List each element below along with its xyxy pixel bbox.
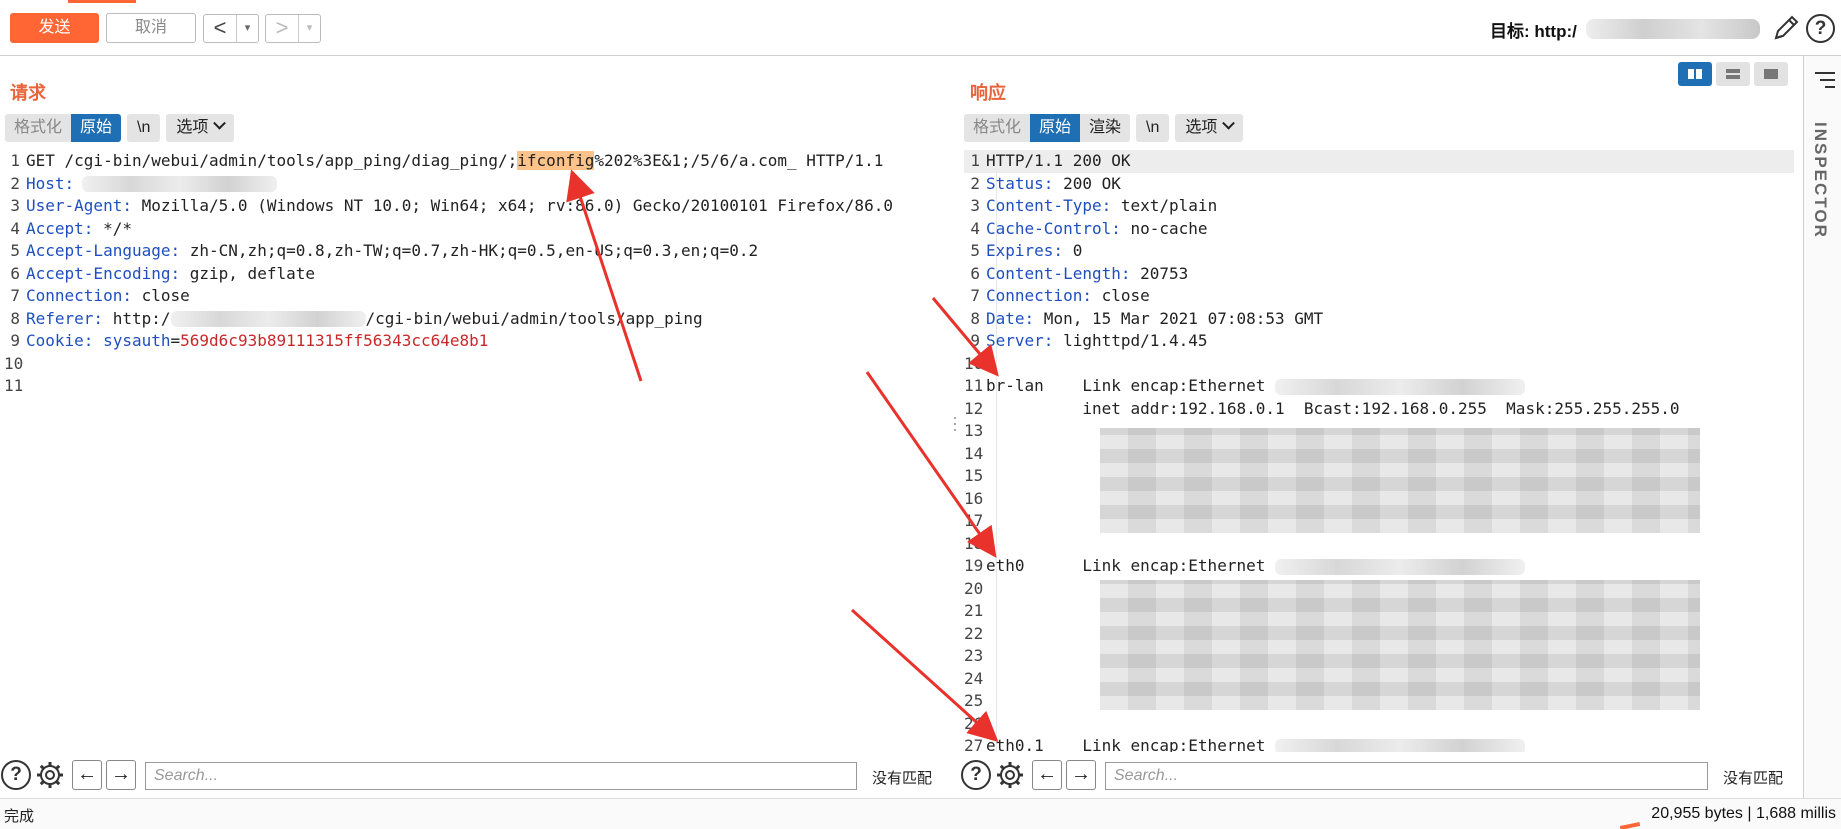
layout-toggle-group (1678, 62, 1788, 86)
status-bar: 完成 20,955 bytes | 1,688 millis (0, 798, 1841, 829)
inspector-tab[interactable]: INSPECTOR (1810, 122, 1830, 239)
editor-line: 3 Content-Type: text/plain (970, 196, 1218, 215)
redacted-mac (1275, 558, 1526, 575)
editor-line: 6 Content-Length: 20753 (970, 263, 1189, 283)
send-button[interactable]: 发送 (10, 13, 99, 43)
editor-line: 2 Status: 200 OK (970, 173, 1121, 193)
request-match-status: 没有匹配 (872, 770, 933, 787)
chevron-down-icon[interactable]: ▾ (298, 15, 320, 42)
gear-icon[interactable] (995, 760, 1025, 790)
response-search-bar: ? ← → 没有匹配 (960, 760, 1803, 794)
target-label: 目标: http:/ (1490, 22, 1577, 41)
editor-line: 7 Connection: close (10, 286, 190, 305)
response-raw-tab[interactable]: 原始 (1030, 114, 1081, 142)
response-match-status: 没有匹配 (1723, 770, 1784, 787)
editor-line: 19 eth0 Link encap:Ethernet (964, 555, 1794, 578)
rows-icon (1726, 69, 1740, 79)
app-window: 发送 取消 < ▾ > ▾ 目标: http:/ ? 请求 格式化 原始 \n … (0, 0, 1841, 829)
redacted-mac (1275, 378, 1526, 395)
editor-line: 4 Accept: */* (10, 218, 132, 238)
splitter-handle-icon[interactable]: · · · (952, 408, 958, 438)
redacted-interface-block (1100, 428, 1700, 533)
inspector-menu-icon[interactable] (1815, 72, 1835, 93)
request-search-bar: ? ← → 没有匹配 (0, 760, 945, 794)
help-icon[interactable]: ? (961, 760, 991, 790)
cancel-button[interactable]: 取消 (106, 13, 196, 43)
editor-line: 6 Accept-Encoding: gzip, deflate (10, 263, 315, 283)
options-label: 选项 (176, 119, 209, 136)
response-render-tab[interactable]: 渲染 (1080, 114, 1131, 142)
chevron-down-icon (1222, 116, 1236, 130)
search-next-button[interactable]: → (106, 760, 136, 790)
request-raw-tab[interactable]: 原始 (71, 114, 122, 142)
request-options-dropdown[interactable]: 选项 (166, 114, 235, 142)
search-prev-button[interactable]: ← (1032, 760, 1062, 790)
history-forward-group[interactable]: > ▾ (265, 14, 321, 43)
status-text: 完成 (4, 808, 35, 825)
request-mode-bar: 格式化 原始 \n 选项 (5, 114, 235, 142)
editor-line: 11 (4, 376, 24, 395)
response-newline-toggle[interactable]: \n (1136, 114, 1170, 142)
editor-line: 26 (964, 713, 984, 733)
request-view-mode-group: 格式化 原始 (5, 114, 122, 142)
response-mode-bar: 格式化 原始 渲染 \n 选项 (964, 114, 1244, 142)
response-search-input[interactable] (1105, 762, 1708, 790)
response-pretty-tab[interactable]: 格式化 (964, 114, 1031, 142)
top-toolbar: 发送 取消 < ▾ > ▾ 目标: http:/ ? (0, 0, 1841, 56)
redacted-host (170, 311, 366, 327)
response-title: 响应 (970, 83, 1006, 103)
history-back-group[interactable]: < ▾ (203, 14, 259, 43)
editor-line: 8 Date: Mon, 15 Mar 2021 07:08:53 GMT (970, 308, 1324, 328)
editor-line: 27 eth0.1 Link encap:Ethernet (964, 735, 1794, 752)
response-options-dropdown[interactable]: 选项 (1175, 114, 1244, 142)
request-search-input[interactable] (145, 762, 857, 790)
editor-line: 12 inet addr:192.168.0.1 Bcast:192.168.0… (964, 398, 1680, 418)
request-pretty-tab[interactable]: 格式化 (5, 114, 72, 142)
request-newline-toggle[interactable]: \n (127, 114, 161, 142)
search-prev-button[interactable]: ← (72, 760, 102, 790)
target-host-redacted (1586, 19, 1760, 39)
options-label: 选项 (1185, 119, 1218, 136)
help-icon[interactable]: ? (1806, 14, 1835, 43)
editor-line: 10 (4, 353, 24, 373)
editor-line: 5 Accept-Language: zh-CN,zh;q=0.8,zh-TW;q… (10, 241, 759, 260)
redacted-mac (1275, 738, 1526, 752)
response-view-mode-group: 格式化 原始 渲染 (964, 114, 1131, 142)
pencil-icon[interactable] (1772, 13, 1800, 43)
editor-line: 18 (964, 533, 984, 553)
active-tab-indicator (68, 0, 136, 3)
editor-line: 5 Expires: 0 (970, 241, 1083, 260)
editor-line: 7 Connection: close (970, 286, 1150, 305)
help-icon[interactable]: ? (1, 760, 31, 790)
request-editor[interactable]: 1 GET /cgi-bin/webui/admin/tools/app_ping… (4, 150, 944, 752)
request-title: 请求 (10, 83, 46, 103)
forward-arrow-icon[interactable]: > (266, 15, 298, 42)
tabbed-layout-button[interactable] (1754, 62, 1788, 86)
redacted-host (82, 176, 278, 192)
editor-line: 4 Cache-Control: no-cache (970, 218, 1208, 238)
editor-line: 8 Referer: http://cgi-bin/webui/admin/too… (10, 308, 703, 328)
editor-line: 1 GET /cgi-bin/webui/admin/tools/app_ping… (10, 151, 884, 170)
chevron-down-icon[interactable]: ▾ (236, 15, 258, 42)
columns-icon (1688, 69, 1702, 79)
redacted-interface-block (1100, 580, 1700, 710)
editor-line: 9 Server: lighttpd/1.4.45 (970, 331, 1208, 350)
editor-line: 1 HTTP/1.1 200 OK (964, 150, 1794, 173)
search-highlight: ifconfig (517, 151, 595, 170)
split-vertical-layout-button[interactable] (1716, 62, 1750, 86)
editor-line: 3 User-Agent: Mozilla/5.0 (Windows NT 10.… (10, 196, 893, 215)
back-arrow-icon[interactable]: < (204, 15, 236, 42)
response-stats: 20,955 bytes | 1,688 millis (1651, 805, 1836, 822)
chevron-down-icon (213, 116, 227, 130)
gear-icon[interactable] (35, 760, 65, 790)
split-horizontal-layout-button[interactable] (1678, 62, 1712, 86)
single-pane-icon (1764, 69, 1778, 79)
search-next-button[interactable]: → (1066, 760, 1096, 790)
editor-line: 9 Cookie: sysauth=569d6c93b89111315ff5634… (10, 331, 489, 350)
editor-line: 11 br-lan Link encap:Ethernet (964, 375, 1794, 398)
editor-line: 2 Host: (4, 173, 944, 196)
editor-line: 10 (964, 353, 984, 373)
